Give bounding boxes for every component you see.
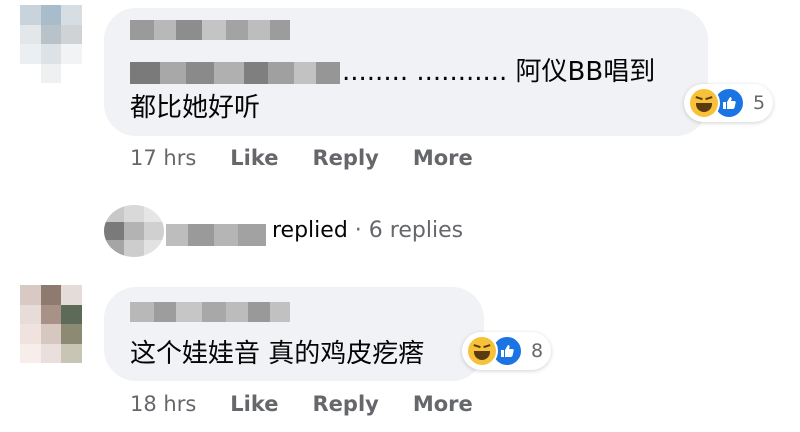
commenter-avatar[interactable] — [20, 285, 82, 363]
comment-text-line: ........ ........... 阿仪BB唱到 — [342, 57, 656, 87]
like-button[interactable]: Like — [230, 392, 278, 416]
replies-count: 6 replies — [368, 218, 464, 243]
like-button[interactable]: Like — [230, 146, 278, 170]
commenter-name-blurred[interactable] — [130, 20, 290, 40]
more-button[interactable]: More — [413, 146, 473, 170]
haha-icon — [466, 335, 498, 367]
separator-dot: · — [354, 218, 362, 243]
reply-button[interactable]: Reply — [313, 392, 379, 416]
timestamp[interactable]: 17 hrs — [130, 146, 196, 170]
more-button[interactable]: More — [413, 392, 473, 416]
reply-button[interactable]: Reply — [313, 146, 379, 170]
reaction-count: 8 — [531, 340, 544, 362]
comment-text-line: 都比她好听 — [130, 93, 261, 123]
timestamp[interactable]: 18 hrs — [130, 392, 196, 416]
replier-name-blurred[interactable] — [166, 224, 266, 246]
comment-text-line: 这个娃娃音 真的鸡皮疙瘩 — [130, 339, 425, 369]
comment-actions: 17 hrs Like Reply More — [130, 146, 473, 170]
reactions-summary[interactable]: 8 — [462, 332, 552, 370]
view-replies-link[interactable]: replied · 6 replies — [272, 218, 463, 243]
reactions-summary[interactable]: 5 — [684, 84, 774, 122]
replied-label: replied — [272, 218, 348, 243]
haha-icon — [688, 87, 720, 119]
comment-actions: 18 hrs Like Reply More — [130, 392, 473, 416]
replier-avatar[interactable] — [104, 205, 164, 257]
commenter-name-blurred[interactable] — [130, 302, 290, 322]
blurred-text — [130, 62, 340, 84]
commenter-avatar[interactable] — [20, 5, 82, 83]
reaction-count: 5 — [753, 92, 766, 114]
